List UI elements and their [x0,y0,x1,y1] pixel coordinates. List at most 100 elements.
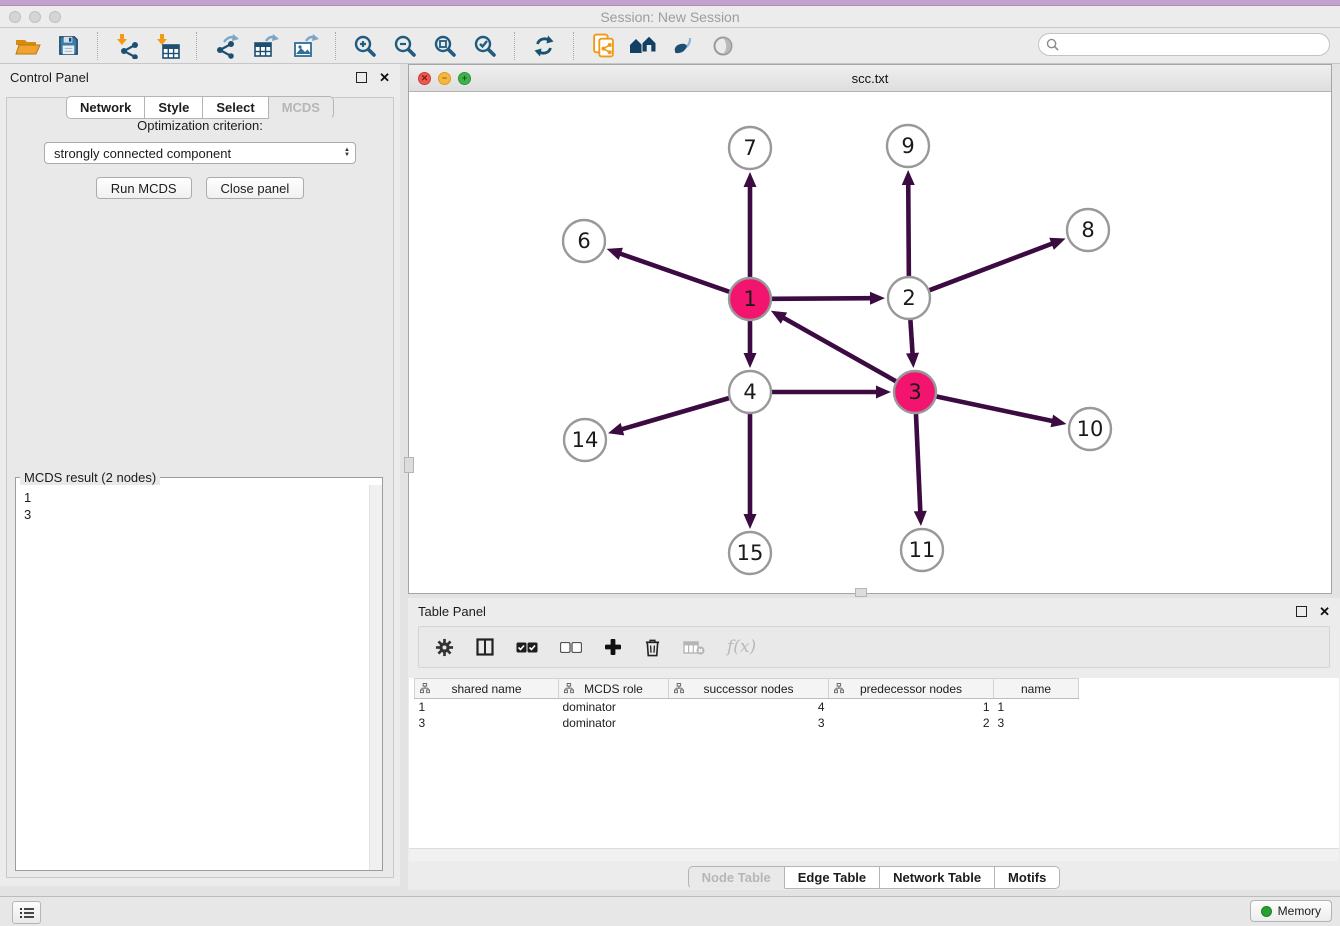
import-network-button[interactable] [111,30,143,62]
search-icon [1046,38,1059,51]
task-history-button[interactable] [12,901,41,924]
export-table-button[interactable] [250,30,282,62]
network-graph[interactable]: 7968124314101511 [409,92,1331,594]
column-header-successor-nodes[interactable]: successor nodes [669,679,829,699]
table-toolbar: f(x) [418,626,1330,668]
edge-1-6[interactable] [618,253,729,292]
gear-icon [435,638,454,657]
export-image-icon [293,33,319,59]
cell-successor-nodes[interactable]: 4 [669,699,829,716]
duplicate-network-button[interactable] [587,30,619,62]
memory-button[interactable]: Memory [1250,900,1332,922]
edge-2-8[interactable] [930,243,1055,290]
cell-predecessor-nodes[interactable]: 1 [829,699,994,716]
tab-motifs[interactable]: Motifs [995,866,1060,889]
node-label-7: 7 [743,136,756,160]
node-label-10: 10 [1077,417,1104,441]
cell-name[interactable]: 1 [994,699,1079,716]
zoom-in-button[interactable] [349,30,381,62]
apply-layout-button[interactable] [528,30,560,62]
export-network-icon [213,33,239,59]
cell-successor-nodes[interactable]: 3 [669,715,829,731]
export-network-button[interactable] [210,30,242,62]
save-session-button[interactable] [52,30,84,62]
tab-edge-table[interactable]: Edge Table [785,866,880,889]
apply-style-button[interactable] [667,30,699,62]
main-toolbar [0,28,1340,64]
search-box[interactable] [1038,33,1330,56]
column-header-name[interactable]: name [994,679,1079,699]
tab-node-table[interactable]: Node Table [688,866,785,889]
zoom-out-icon [393,34,417,58]
export-table-icon [253,33,279,59]
vertical-splitter-handle[interactable] [404,457,414,473]
tab-select[interactable]: Select [203,96,268,119]
close-panel-button[interactable]: Close panel [206,177,305,199]
show-hide-button[interactable] [707,30,739,62]
tab-mcds[interactable]: MCDS [269,96,334,119]
select-stepper-icon: ▲▼ [344,148,350,158]
table-row[interactable]: 3 dominator 3 2 3 [415,715,1079,731]
column-header-shared-name[interactable]: shared name [415,679,559,699]
edge-3-10[interactable] [937,397,1055,422]
toolbar-separator [196,32,197,60]
search-input[interactable] [1063,35,1321,55]
column-view-button[interactable] [476,638,494,656]
delete-table-button[interactable] [683,640,705,655]
network-title: scc.txt [409,71,1331,86]
table-row[interactable]: 1 dominator 4 1 1 [415,699,1079,716]
float-panel-icon[interactable] [356,72,367,83]
edge-2-9[interactable] [908,182,909,276]
criterion-select[interactable]: strongly connected component ▲▼ [44,142,356,164]
column-header-mcds-role[interactable]: MCDS role [559,679,669,699]
cell-mcds-role[interactable]: dominator [559,715,669,731]
cell-shared-name[interactable]: 1 [415,699,559,716]
zoom-selected-button[interactable] [469,30,501,62]
columns-icon [476,638,494,656]
criterion-value: strongly connected component [54,146,344,161]
memory-status-icon [1261,906,1272,917]
control-panel-tabs: Network Style Select MCDS [0,96,400,119]
edge-arrowhead [876,386,891,399]
titlebar: Session: New Session [0,6,1340,28]
close-table-panel-icon[interactable]: ✕ [1319,605,1330,618]
node-table-grid: shared name MCDS role successor nodes [414,678,1079,731]
deselect-all-columns-button[interactable] [560,642,582,653]
close-panel-icon[interactable]: ✕ [379,71,390,84]
run-mcds-button[interactable]: Run MCDS [96,177,192,199]
function-builder-button[interactable]: f(x) [727,637,756,657]
export-image-button[interactable] [290,30,322,62]
cell-shared-name[interactable]: 3 [415,715,559,731]
result-scrollbar[interactable] [369,485,382,870]
import-table-button[interactable] [151,30,183,62]
float-table-panel-icon[interactable] [1296,606,1307,617]
table-horizontal-scrollbar[interactable] [409,848,1339,861]
table-panel-title: Table Panel [418,604,486,619]
node-label-6: 6 [577,229,590,253]
edge-2-3[interactable] [910,320,912,356]
select-all-columns-button[interactable] [516,642,538,653]
edge-4-14[interactable] [620,398,729,430]
cell-predecessor-nodes[interactable]: 2 [829,715,994,731]
open-session-button[interactable] [12,30,44,62]
cell-mcds-role[interactable]: dominator [559,699,669,716]
table-settings-button[interactable] [435,638,454,657]
edge-arrowhead [1049,238,1065,250]
edge-3-1[interactable] [781,317,895,382]
toolbar-separator [514,32,515,60]
first-neighbors-button[interactable] [627,30,659,62]
edge-3-11[interactable] [916,414,920,514]
unchecked-boxes-icon [560,642,582,653]
tab-network-table[interactable]: Network Table [880,866,995,889]
tab-style[interactable]: Style [145,96,203,119]
cell-name[interactable]: 3 [994,715,1079,731]
delete-column-button[interactable] [644,638,661,657]
column-header-predecessor-nodes[interactable]: predecessor nodes [829,679,994,699]
tab-network[interactable]: Network [66,96,145,119]
zoom-fit-button[interactable] [429,30,461,62]
create-column-button[interactable] [604,638,622,656]
zoom-out-button[interactable] [389,30,421,62]
import-table-icon [154,33,180,59]
horizontal-splitter-handle[interactable] [855,588,867,597]
edge-1-2[interactable] [772,298,873,299]
